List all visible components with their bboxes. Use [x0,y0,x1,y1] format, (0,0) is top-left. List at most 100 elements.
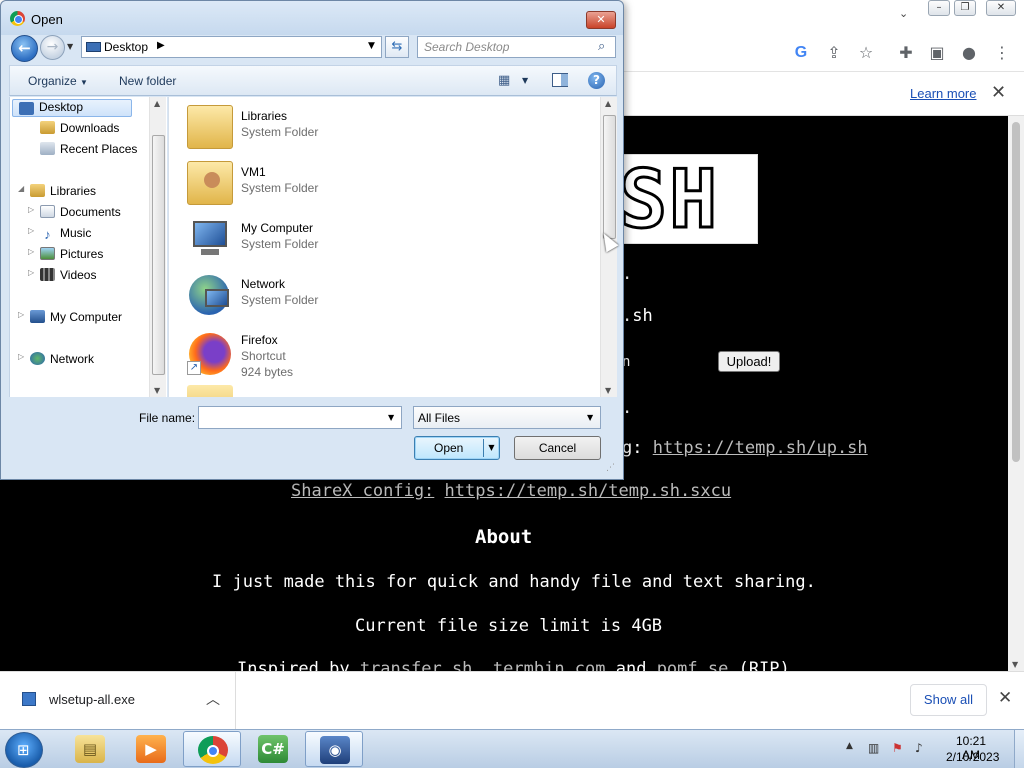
scroll-down-icon[interactable]: ▼ [605,386,611,395]
preview-pane-icon[interactable] [552,73,568,87]
minimize-icon[interactable]: – [928,0,950,16]
taskbar-remote-app[interactable]: ◉ [305,731,363,767]
expand-arrow-icon[interactable]: ▷ [28,268,34,277]
menu-icon[interactable]: ⋮ [993,44,1011,62]
open-dropdown-icon[interactable]: ▼ [483,439,499,457]
nav-item-recent[interactable]: Recent Places [40,142,137,160]
list-item[interactable] [187,381,487,397]
dialog-titlebar[interactable]: Open ✕ [1,1,623,35]
google-icon[interactable]: G [792,44,810,62]
chrome-icon [10,11,25,26]
show-all-button[interactable]: Show all [910,684,987,716]
nav-label: Desktop [39,100,84,114]
scroll-up-icon[interactable]: ▲ [154,99,160,108]
download-bar-close-icon[interactable]: ✕ [998,688,1012,708]
sidepanel-icon[interactable]: ▣ [928,44,946,62]
expand-arrow-icon[interactable]: ▷ [28,247,34,256]
chevron-down-icon[interactable]: ▼ [388,413,394,422]
action-center-icon[interactable]: ⚑ [892,741,903,755]
clock-date[interactable]: 2/10/2023 [946,750,999,764]
nav-scrollbar-thumb[interactable] [152,135,165,375]
cancel-button[interactable]: Cancel [514,436,601,460]
expand-arrow-icon[interactable]: ▷ [18,310,24,319]
refresh-button[interactable]: ⇆ [385,36,409,58]
upload-button[interactable]: Upload! [718,351,780,372]
back-button[interactable]: ← [11,35,38,62]
views-icon[interactable]: ▦ [498,73,510,88]
restore-icon[interactable]: ❐ [954,0,976,16]
list-item[interactable]: My Computer System Folder [187,213,487,265]
file-type-filter[interactable]: All Files ▼ [413,406,601,429]
nav-item-desktop[interactable]: Desktop [12,99,132,117]
profile-icon[interactable]: ● [960,44,978,62]
expand-arrow-icon[interactable]: ▷ [18,352,24,361]
infobar-close-icon[interactable]: ✕ [991,82,1006,103]
nav-item-libraries[interactable]: ◢ Libraries [18,184,96,202]
tab-search-icon[interactable]: ⌄ [899,7,908,20]
chevron-up-icon[interactable]: ︿ [206,689,220,709]
expand-arrow-icon[interactable]: ◢ [18,184,24,193]
taskbar-media-player[interactable]: ▶ [122,731,180,767]
page-scrollbar[interactable]: ▼ [1008,116,1024,671]
learn-more-link[interactable]: Learn more [910,86,976,101]
transfer-link[interactable]: transfer.sh [360,659,473,671]
new-folder-button[interactable]: New folder [119,74,176,88]
window-close-icon[interactable]: ✕ [986,0,1016,16]
network-tray-icon[interactable]: ▥ [868,741,879,755]
show-desktop-button[interactable] [1014,730,1024,768]
extensions-icon[interactable]: ✚ [897,44,915,62]
nav-item-documents[interactable]: ▷ Documents [28,205,121,223]
download-item[interactable]: wlsetup-all.exe ︿ [0,672,236,729]
nav-item-my-computer[interactable]: ▷ My Computer [18,310,122,328]
views-dropdown-icon[interactable]: ▼ [522,76,528,85]
start-button[interactable]: ⊞ [5,732,43,768]
taskbar-csharp[interactable]: C# [244,731,302,767]
nav-item-network[interactable]: ▷ Network [18,352,94,370]
list-item[interactable]: Network System Folder [187,269,487,321]
scroll-down-icon[interactable]: ▼ [1012,660,1018,669]
forward-button[interactable]: → [40,35,65,60]
pomf-link[interactable]: pomf.se [657,659,729,671]
curl-link[interactable]: https://temp.sh/up.sh [653,438,868,458]
taskbar-chrome[interactable] [183,731,241,767]
nav-item-music[interactable]: ▷ ♪ Music [28,226,91,244]
nav-scrollbar[interactable]: ▲ ▼ [149,97,166,397]
address-bar[interactable]: Desktop ▶ ▼ [81,36,382,58]
windows-logo-icon: ⊞ [17,741,30,759]
file-name-input[interactable]: ▼ [198,406,402,429]
nav-item-pictures[interactable]: ▷ Pictures [28,247,103,265]
open-button[interactable]: Open ▼ [414,436,500,460]
search-input[interactable]: Search Desktop ⌕ [417,36,616,58]
share-icon[interactable]: ⇪ [825,44,843,62]
list-item[interactable]: VM1 System Folder [187,157,487,209]
scroll-down-icon[interactable]: ▼ [154,386,160,395]
address-dropdown-icon[interactable]: ▼ [368,41,375,51]
expand-arrow-icon[interactable]: ▷ [28,205,34,214]
documents-icon [40,205,55,218]
taskbar-explorer[interactable]: ▤ [61,731,119,767]
expand-arrow-icon[interactable]: ▷ [28,226,34,235]
list-item[interactable]: Libraries System Folder [187,101,487,153]
organize-button[interactable]: Organize ▼ [28,74,88,88]
address-text[interactable]: Desktop [104,40,148,54]
volume-icon[interactable]: ♪ [915,741,923,755]
resize-grip-icon[interactable]: ⋰ [606,463,615,473]
nav-item-videos[interactable]: ▷ Videos [28,268,96,286]
close-icon[interactable]: ✕ [586,11,616,29]
file-scrollbar-thumb[interactable] [603,115,616,239]
nav-item-downloads[interactable]: Downloads [40,121,119,139]
help-icon[interactable]: ? [588,72,605,89]
termbin-link[interactable]: termbin.com [493,659,606,671]
page-scrollbar-thumb[interactable] [1012,122,1020,462]
chevron-down-icon[interactable]: ▼ [587,413,593,422]
history-dropdown-icon[interactable]: ▼ [67,42,73,51]
star-icon[interactable]: ☆ [857,44,875,62]
list-item[interactable]: ↗ Firefox Shortcut 924 bytes [187,325,487,379]
command-bar: Organize ▼ New folder ▦ ▼ ? [9,65,617,96]
search-icon[interactable]: ⌕ [598,39,605,54]
sharex-link[interactable]: https://temp.sh/temp.sh.sxcu [445,481,732,501]
sharex-label[interactable]: ShareX config: [291,481,434,501]
scroll-up-icon[interactable]: ▲ [605,99,611,108]
tray-expand-icon[interactable]: ▲ [846,741,853,751]
breadcrumb-arrow-icon[interactable]: ▶ [157,40,165,51]
